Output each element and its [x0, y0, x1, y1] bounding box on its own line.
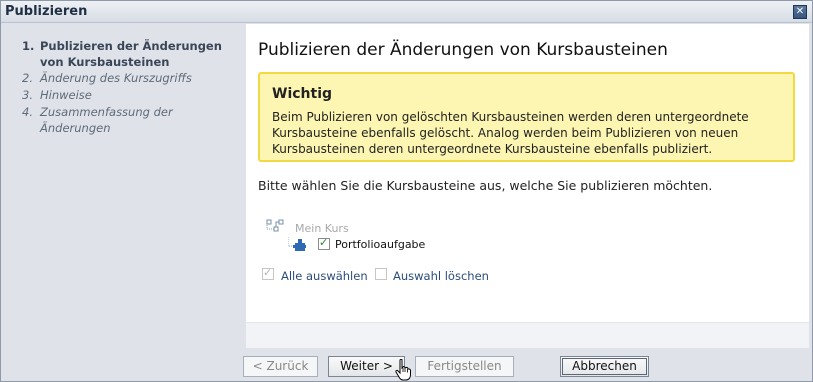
wizard-step-1: 1. Publizieren der Änderungen von Kursbau…	[22, 38, 230, 70]
wizard-content: Publizieren der Änderungen von Kursbaust…	[246, 24, 809, 348]
dialog-titlebar[interactable]: Publizieren ✕	[1, 1, 812, 23]
close-icon[interactable]: ✕	[793, 5, 807, 19]
clear-selection-link[interactable]: Auswahl löschen	[393, 269, 489, 283]
step-label: Publizieren der Änderungen von Kursbaust…	[40, 39, 222, 69]
hand-cursor-icon	[395, 359, 411, 381]
warning-title: Wichtig	[272, 86, 333, 102]
wizard-step-3: 3. Hinweise	[22, 87, 240, 103]
content-footer	[246, 322, 809, 348]
tree-child-label: Portfolioaufgabe	[335, 238, 426, 251]
step-label: Hinweise	[40, 88, 92, 102]
step-number: 1.	[22, 39, 35, 53]
select-all-checkbox[interactable]	[262, 266, 274, 280]
cancel-button[interactable]: Abbrechen	[560, 356, 649, 377]
publish-dialog: Publizieren ✕ 1. Publizieren der Änderung…	[0, 0, 813, 382]
wizard-step-2: 2. Änderung des Kurszugriffs	[22, 70, 240, 86]
back-button[interactable]: < Zurück	[243, 356, 318, 377]
selection-prompt: Bitte wählen Sie die Kursbausteine aus, …	[258, 178, 713, 193]
clear-selection-checkbox[interactable]	[375, 268, 387, 280]
step-number: 2.	[22, 71, 33, 85]
step-number: 4.	[22, 105, 33, 119]
dialog-title: Publizieren	[5, 4, 88, 19]
step-number: 3.	[22, 88, 33, 102]
warning-box: Wichtig Beim Publizieren von gelöschten …	[258, 72, 795, 162]
warning-text: Beim Publizieren von gelöschten Kursbaus…	[272, 110, 749, 156]
next-button[interactable]: Weiter >	[328, 356, 405, 377]
selection-controls: Alle auswählen Auswahl löschen	[262, 266, 562, 284]
wizard-step-4: 4. Zusammenfassung der Änderungen	[22, 104, 190, 136]
portfolio-task-icon	[288, 237, 306, 251]
step-label: Änderung des Kurszugriffs	[40, 71, 192, 85]
wizard-steps: 1. Publizieren der Änderungen von Kursbau…	[2, 24, 245, 348]
tree-root-label[interactable]: Mein Kurs	[295, 222, 349, 235]
select-all-link[interactable]: Alle auswählen	[281, 269, 368, 283]
finish-button[interactable]: Fertigstellen	[415, 356, 514, 377]
page-title: Publizieren der Änderungen von Kursbaust…	[258, 40, 668, 60]
course-tree-icon	[266, 219, 284, 232]
step-label: Zusammenfassung der Änderungen	[40, 105, 173, 135]
portfolio-checkbox[interactable]	[318, 236, 330, 250]
